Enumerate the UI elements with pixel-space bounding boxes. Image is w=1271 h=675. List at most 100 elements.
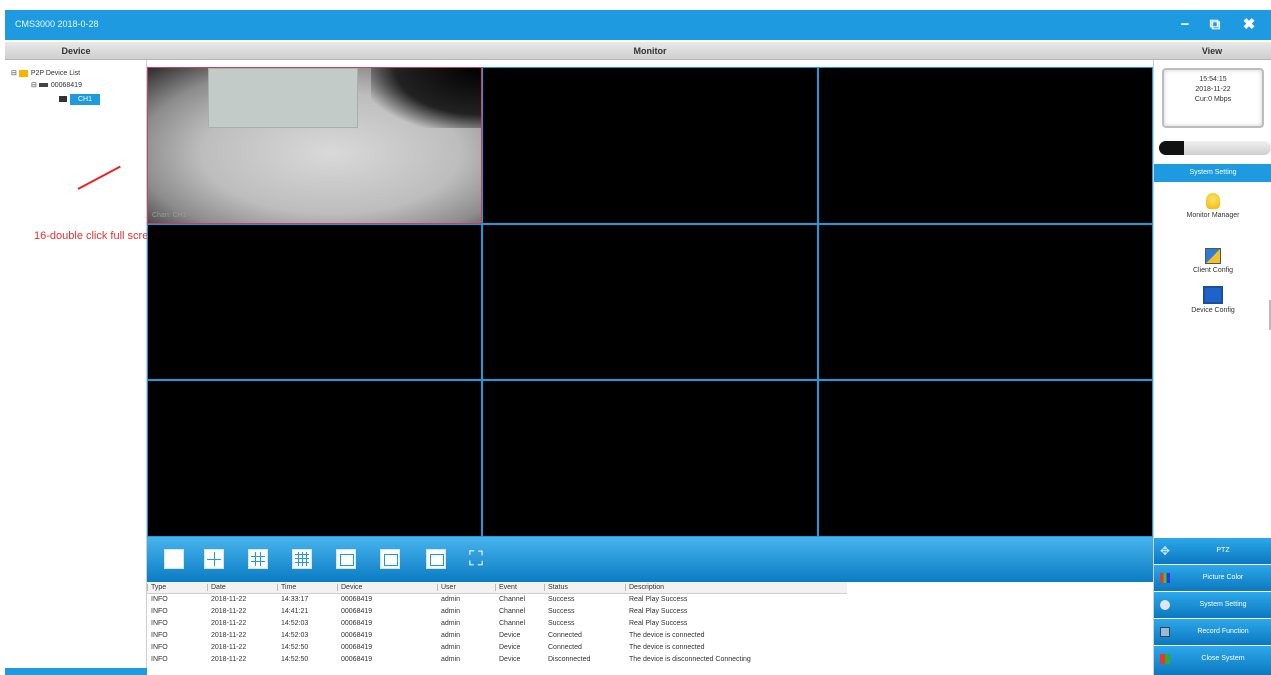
close-system-label: Close System [1201,655,1245,662]
layout-1-button[interactable] [164,549,184,569]
video-cell-2[interactable] [482,67,818,224]
video-cell-3[interactable] [818,67,1153,224]
layout-8-button[interactable] [380,549,400,569]
log-cell: Connected [548,644,582,651]
video-cell-7[interactable] [147,380,482,537]
collapse-icon[interactable]: ⊟ [31,82,39,89]
tree-root[interactable]: ⊟ P2P Device List [11,69,80,77]
device-config-label: Device Config [1191,307,1235,314]
log-col-description[interactable]: Description [625,584,664,591]
log-col-type[interactable]: Type [147,584,166,591]
log-col-time[interactable]: Time [277,584,296,591]
video-cell-5[interactable] [482,224,818,380]
log-col-device[interactable]: Device [337,584,362,591]
log-row[interactable]: INFO 2018-11-22 14:52:50 00068419 admin Devic… [147,644,847,653]
video-cell-9[interactable] [818,380,1153,537]
video-cell-8[interactable] [482,380,818,537]
log-cell: admin [441,596,461,603]
log-cell: INFO [151,644,168,651]
log-cell: Real Play Success [629,608,688,615]
log-col-date[interactable]: Date [207,584,226,591]
monitor-manager-item[interactable]: Monitor Manager [1154,193,1271,219]
client-config-icon [1205,248,1221,264]
fullscreen-button[interactable] [469,549,489,569]
log-cell: INFO [151,596,168,603]
tree-device[interactable]: ⊟ 00068419 [31,81,82,89]
system-setting-button[interactable]: System Setting [1154,592,1271,618]
log-cell: 00068419 [341,620,373,627]
ptz-button[interactable]: ✥ PTZ [1154,538,1271,564]
log-row[interactable]: INFO 2018-11-22 14:52:03 00068419 admin Devic… [147,632,847,641]
log-cell: 14:52:50 [281,644,309,651]
gear-icon [1160,600,1170,610]
log-cell: 14:52:03 [281,620,309,627]
log-row[interactable]: INFO 2018-11-22 14:52:03 00068419 admin Chann… [147,620,847,629]
system-setting-label: System Setting [1199,601,1247,608]
log-row[interactable]: INFO 2018-11-22 14:52:50 00068419 admin Devic… [147,656,847,665]
log-cell: Success [548,608,575,615]
record-function-button[interactable]: Record Function [1154,619,1271,645]
bulb-icon [1206,193,1220,209]
device-panel-footer [5,668,147,675]
video-cell-6[interactable] [818,224,1153,380]
layout-4-button[interactable] [204,549,224,569]
log-cell: INFO [151,620,168,627]
picture-color-button[interactable]: Picture Color [1154,565,1271,591]
log-col-event[interactable]: Event [495,584,517,591]
layout-toolbar [147,537,1153,582]
log-cell: 2018-11-22 [211,632,247,639]
tree-root-label: P2P Device List [30,70,81,77]
layout-16-button[interactable] [292,549,312,569]
log-cell: 14:41:21 [281,608,309,615]
ptz-icon: ✥ [1160,544,1171,558]
log-cell: 00068419 [341,608,373,615]
log-cell: admin [441,608,461,615]
log-cell: 00068419 [341,632,373,639]
log-cell: Device [499,632,521,639]
feed-object [208,68,358,128]
tree-channel[interactable]: CH1 [59,94,101,105]
tree-channel-label: CH1 [70,94,101,105]
log-cell: 14:33:17 [281,596,309,603]
log-cell: Device [499,644,521,651]
log-cell: Channel [499,608,526,615]
client-config-item[interactable]: Client Config [1154,248,1271,274]
view-panel-header: View [1153,42,1271,60]
log-row[interactable]: INFO 2018-11-22 14:33:17 00068419 admin Chann… [147,596,847,605]
cms-app-window: CMS3000 2018-0-28 − ⧉ ✖ Device Monitor V… [0,0,1271,675]
close-system-button[interactable]: Close System [1154,646,1271,675]
collapse-icon[interactable]: ⊟ [11,70,19,77]
log-cell: admin [441,656,461,663]
device-config-item[interactable]: Device Config [1154,286,1271,314]
log-cell: admin [441,620,461,627]
minimize-button[interactable]: − [1175,15,1195,35]
event-log-table: Type Date Time Device User Event Status … [147,582,1153,675]
log-col-user[interactable]: User [437,584,456,591]
log-cell: INFO [151,656,168,663]
log-cell: 00068419 [341,644,373,651]
device-panel-header: Device [5,42,147,60]
layout-6-button[interactable] [336,549,356,569]
tree-device-label: 00068419 [50,82,82,89]
view-panel: 15:54:15 2018-11-22 Cur:0 Mbps System Se… [1153,60,1271,675]
system-setting-tab[interactable]: System Setting [1154,164,1271,182]
clock-display: 15:54:15 2018-11-22 Cur:0 Mbps [1162,68,1264,128]
video-cell-4[interactable] [147,224,482,380]
video-cell-1[interactable]: Chan: CH1 [147,67,482,224]
ptz-label: PTZ [1216,547,1230,554]
layout-9-button[interactable] [248,549,268,569]
progress-bar [1159,141,1271,155]
log-row[interactable]: INFO 2018-11-22 14:41:21 00068419 admin Chann… [147,608,847,617]
log-cell: 2018-11-22 [211,608,247,615]
device-icon [38,83,48,88]
log-cell: INFO [151,608,168,615]
device-tree-panel: ⊟ P2P Device List ⊟ 00068419 CH1 [5,60,147,675]
layout-13-button[interactable] [426,549,446,569]
log-cell: The device is connected [629,632,705,639]
close-button[interactable]: ✖ [1239,15,1259,35]
power-icon [1160,654,1170,664]
log-cell: Real Play Success [629,596,688,603]
log-col-status[interactable]: Status [544,584,568,591]
log-cell: 14:52:03 [281,632,309,639]
restore-button[interactable]: ⧉ [1205,15,1225,35]
